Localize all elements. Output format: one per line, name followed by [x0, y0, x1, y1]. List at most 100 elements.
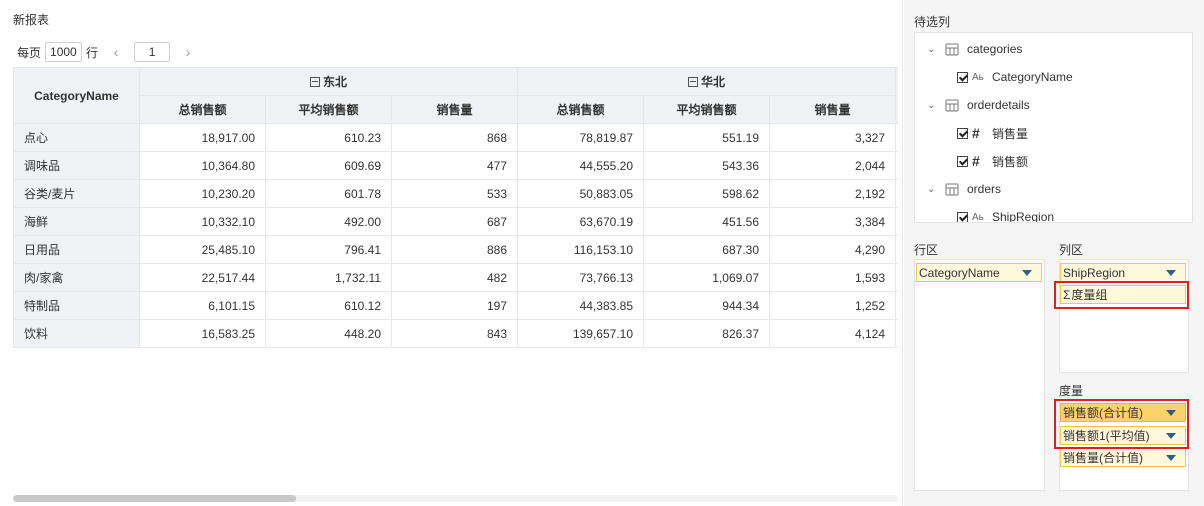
- table-cell: 477: [391, 151, 518, 180]
- pivot-table: CategoryName 东北 华北 总销售额 平均销售额 销售量 总销售额 平…: [13, 67, 898, 348]
- table-cell: 44,555.20: [517, 151, 644, 180]
- table-row: 饮料 16,583.25 448.20 843 139,657.10 826.37 4,12…: [13, 319, 898, 348]
- table-cell: 6,101.15: [139, 291, 266, 320]
- table-cell: 10,332.10: [139, 207, 266, 236]
- text-type-icon: Aь: [972, 71, 984, 83]
- overflow-header-cell: [895, 67, 898, 124]
- table-cell: 687: [391, 207, 518, 236]
- dropdown-arrow-icon[interactable]: [1166, 270, 1176, 276]
- col-pill-shipregion[interactable]: ShipRegion: [1060, 263, 1186, 282]
- table-cell: 609.69: [265, 151, 392, 180]
- table-row: 谷类/麦片 10,230.20 601.78 533 50,883.05 598.62 2,…: [13, 179, 898, 208]
- group-header-dongbei[interactable]: 东北: [139, 67, 518, 96]
- row-drop-zone[interactable]: [914, 259, 1045, 491]
- measure-zone-label: 度量: [1059, 384, 1084, 398]
- number-type-icon: #: [972, 153, 980, 169]
- table-cell: 551.19: [643, 123, 770, 152]
- table-cell: 1,069.07: [643, 263, 770, 292]
- table-cell: 796.41: [265, 235, 392, 264]
- row-header-value: 谷类/麦片: [13, 179, 140, 208]
- overflow-cell: [895, 291, 898, 320]
- table-cell: 197: [391, 291, 518, 320]
- table-row: 特制品 6,101.15 610.12 197 44,383.85 944.34 1,252: [13, 291, 898, 320]
- measure-header: 总销售额: [517, 95, 644, 124]
- overflow-cell: [895, 123, 898, 152]
- table-cell: 16,583.25: [139, 319, 266, 348]
- table-cell: 451.56: [643, 207, 770, 236]
- dropdown-arrow-icon[interactable]: [1166, 455, 1176, 461]
- tree-label: 销售额: [992, 154, 1029, 169]
- table-cell: 22,517.44: [139, 263, 266, 292]
- table-cell: 2,192: [769, 179, 896, 208]
- prev-page-icon[interactable]: ‹: [108, 44, 124, 60]
- checkbox[interactable]: [957, 127, 968, 139]
- table-cell: 1,593: [769, 263, 896, 292]
- database-icon: [945, 43, 959, 55]
- table-cell: 3,384: [769, 207, 896, 236]
- table-cell: 4,290: [769, 235, 896, 264]
- checkbox[interactable]: [957, 71, 968, 83]
- checkbox[interactable]: [957, 211, 968, 222]
- candidates-label: 待选列: [914, 15, 951, 29]
- text-type-icon: Aь: [972, 211, 984, 223]
- chevron-down-icon[interactable]: ⌄: [927, 184, 937, 195]
- report-panel: 新报表 每页 1000 行 ‹ 1 › CategoryName 东北 华北 总…: [0, 0, 903, 506]
- table-cell: 533: [391, 179, 518, 208]
- field-tree: ⌄ categories Aь CategoryName ⌄ orderdeta…: [914, 32, 1193, 223]
- database-icon: [945, 183, 959, 195]
- table-row: 肉/家禽 22,517.44 1,732.11 482 73,766.13 1,069.0…: [13, 263, 898, 292]
- row-pill-categoryname[interactable]: CategoryName: [916, 263, 1042, 282]
- measure-pill-sum-qty[interactable]: 销售量(合计值): [1060, 448, 1186, 467]
- table-cell: 944.34: [643, 291, 770, 320]
- tree-field-xiaoshouliang[interactable]: # 销售量: [957, 123, 1028, 143]
- measure-header: 平均销售额: [265, 95, 392, 124]
- table-cell: 826.37: [643, 319, 770, 348]
- measure-header: 销售量: [769, 95, 896, 124]
- highlight-box: [1054, 281, 1189, 309]
- table-cell: 139,657.10: [517, 319, 644, 348]
- pivot-table-viewport: CategoryName 东北 华北 总销售额 平均销售额 销售量 总销售额 平…: [13, 67, 898, 348]
- chevron-down-icon[interactable]: ⌄: [927, 100, 937, 111]
- minus-square-icon[interactable]: [309, 77, 320, 87]
- tree-label: orders: [967, 182, 1002, 196]
- row-header-cell: CategoryName: [13, 67, 140, 124]
- table-cell: 448.20: [265, 319, 392, 348]
- table-row: 点心 18,917.00 610.23 868 78,819.87 551.19 3,327: [13, 123, 898, 152]
- page-number-input[interactable]: 1: [134, 42, 171, 62]
- measure-header: 销售量: [391, 95, 518, 124]
- measure-header: 平均销售额: [643, 95, 770, 124]
- scrollbar-thumb[interactable]: [13, 495, 296, 502]
- table-cell: 10,364.80: [139, 151, 266, 180]
- col-zone-label: 列区: [1059, 243, 1084, 257]
- tree-table-orderdetails[interactable]: ⌄ orderdetails: [927, 95, 1030, 115]
- overflow-cell: [895, 263, 898, 292]
- row-zone-label: 行区: [914, 243, 939, 257]
- table-cell: 63,670.19: [517, 207, 644, 236]
- tree-label: orderdetails: [967, 98, 1030, 112]
- table-cell: 50,883.05: [517, 179, 644, 208]
- row-header-value: 日用品: [13, 235, 140, 264]
- row-header-value: 海鲜: [13, 207, 140, 236]
- tree-label: 销售量: [992, 126, 1029, 141]
- pill-label: ShipRegion: [1063, 265, 1126, 280]
- minus-square-icon[interactable]: [687, 77, 698, 87]
- rows-per-page-input[interactable]: 1000: [45, 42, 83, 62]
- chevron-down-icon[interactable]: ⌄: [927, 44, 937, 55]
- checkbox[interactable]: [957, 155, 968, 167]
- table-cell: 843: [391, 319, 518, 348]
- tree-table-orders[interactable]: ⌄ orders: [927, 179, 1001, 199]
- dropdown-arrow-icon[interactable]: [1022, 270, 1032, 276]
- tree-field-categoryname[interactable]: Aь CategoryName: [957, 67, 1073, 87]
- horizontal-scrollbar[interactable]: [13, 495, 898, 502]
- group-header-huabei[interactable]: 华北: [517, 67, 896, 96]
- tree-field-xiaoshoue[interactable]: # 销售额: [957, 151, 1028, 171]
- overflow-cell: [895, 319, 898, 348]
- highlight-box: [1054, 399, 1189, 449]
- table-cell: 25,485.10: [139, 235, 266, 264]
- rows-unit-label: 行: [86, 45, 99, 60]
- group-header-label: 华北: [700, 75, 725, 89]
- tree-field-shipregion[interactable]: Aь ShipRegion: [957, 207, 1054, 223]
- table-row: 日用品 25,485.10 796.41 886 116,153.10 687.30 4,2…: [13, 235, 898, 264]
- tree-table-categories[interactable]: ⌄ categories: [927, 39, 1022, 59]
- next-page-icon[interactable]: ›: [180, 44, 196, 60]
